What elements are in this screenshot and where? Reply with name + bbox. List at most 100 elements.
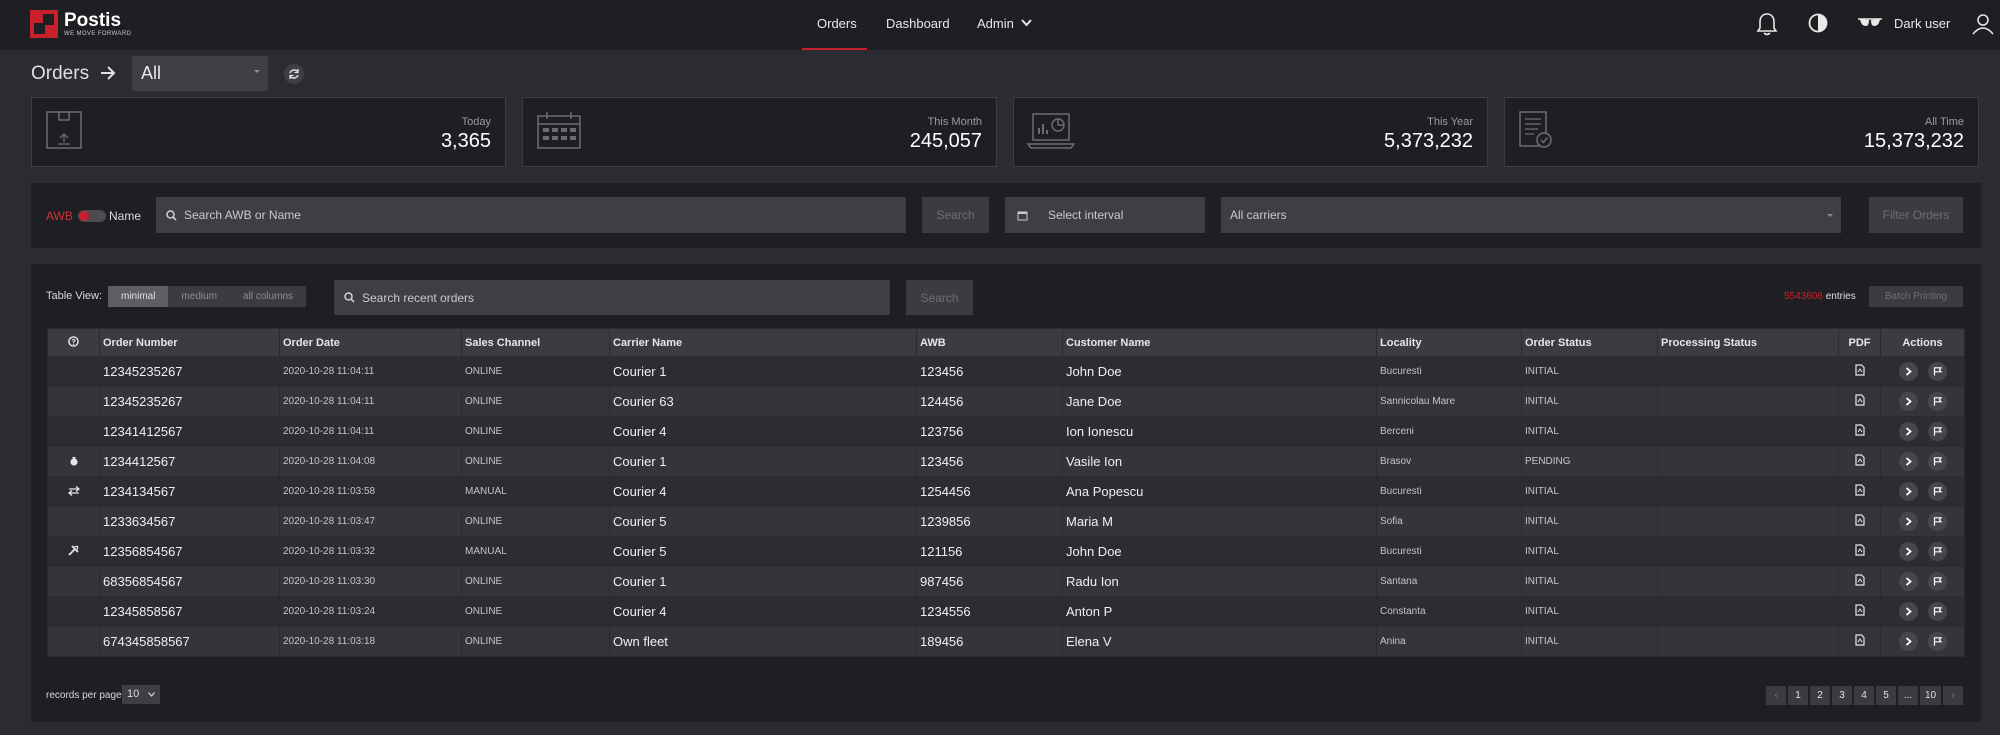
page-button[interactable]: 1 bbox=[1788, 686, 1808, 705]
records-per-page-select[interactable]: 10 bbox=[122, 685, 160, 704]
column-header[interactable]: Order Status bbox=[1521, 328, 1658, 357]
open-order-button[interactable] bbox=[1898, 362, 1918, 381]
page-button[interactable]: 5 bbox=[1876, 686, 1896, 705]
cell-awb: 123456 bbox=[916, 446, 1063, 477]
column-header[interactable]: Locality bbox=[1376, 328, 1522, 357]
pdf-file-icon[interactable] bbox=[1854, 454, 1865, 469]
nav-dashboard[interactable]: Dashboard bbox=[886, 16, 950, 31]
stat-value: 15,373,232 bbox=[1863, 130, 1964, 152]
table-row[interactable]: 12356854567 2020-10-28 11:03:32 MANUAL Cour… bbox=[47, 536, 1965, 567]
page-button[interactable]: 4 bbox=[1854, 686, 1874, 705]
nav-orders[interactable]: Orders bbox=[817, 16, 857, 31]
column-header[interactable]: AWB bbox=[916, 328, 1063, 357]
stat-card-this-month: This Month 245,057 bbox=[522, 97, 997, 167]
pdf-file-icon[interactable] bbox=[1854, 364, 1865, 379]
next-page-button[interactable]: › bbox=[1943, 686, 1964, 705]
pdf-file-icon[interactable] bbox=[1854, 484, 1865, 499]
column-header[interactable]: Customer Name bbox=[1062, 328, 1377, 357]
table-row[interactable]: 674345858567 2020-10-28 11:03:18 ONLINE Own… bbox=[47, 626, 1965, 657]
column-header[interactable]: Actions bbox=[1880, 328, 1965, 357]
flag-order-button[interactable] bbox=[1927, 392, 1947, 411]
table-row[interactable]: 68356854567 2020-10-28 11:03:30 ONLINE Cour… bbox=[47, 566, 1965, 597]
table-row[interactable]: 12345858567 2020-10-28 11:03:24 ONLINE Cour… bbox=[47, 596, 1965, 627]
user-icon[interactable] bbox=[1972, 13, 1994, 35]
flag-order-button[interactable] bbox=[1927, 482, 1947, 501]
column-header-info[interactable] bbox=[47, 328, 100, 357]
open-order-button[interactable] bbox=[1898, 512, 1918, 531]
bell-icon[interactable] bbox=[1756, 12, 1778, 36]
cell-channel: MANUAL bbox=[461, 536, 610, 567]
view-all-columns-button[interactable]: all columns bbox=[230, 286, 306, 307]
column-header[interactable]: PDF bbox=[1838, 328, 1881, 357]
prev-page-button[interactable]: ‹ bbox=[1766, 686, 1786, 705]
carriers-select[interactable]: All carriers bbox=[1221, 197, 1841, 233]
flag-order-button[interactable] bbox=[1927, 572, 1947, 591]
pdf-file-icon[interactable] bbox=[1854, 634, 1865, 649]
awb-name-toggle[interactable] bbox=[78, 210, 106, 222]
awb-search-field[interactable]: Search AWB or Name bbox=[156, 197, 906, 233]
pdf-file-icon[interactable] bbox=[1854, 514, 1865, 529]
open-order-button[interactable] bbox=[1898, 482, 1918, 501]
page-button[interactable]: 10 bbox=[1920, 686, 1942, 705]
user-name[interactable]: Dark user bbox=[1894, 16, 1950, 31]
pdf-file-icon[interactable] bbox=[1854, 544, 1865, 559]
page-button[interactable]: 2 bbox=[1810, 686, 1830, 705]
flag-order-button[interactable] bbox=[1927, 602, 1947, 621]
cell-carrier: Courier 4 bbox=[609, 416, 917, 447]
chevron-down-icon bbox=[148, 692, 155, 697]
table-row[interactable]: 1234412567 2020-10-28 11:04:08 ONLINE Couri… bbox=[47, 446, 1965, 477]
refresh-button[interactable] bbox=[284, 64, 304, 84]
column-header[interactable]: Carrier Name bbox=[609, 328, 917, 357]
column-header[interactable]: Order Date bbox=[279, 328, 462, 357]
cell-channel: ONLINE bbox=[461, 596, 610, 627]
page-button[interactable]: 3 bbox=[1832, 686, 1852, 705]
nav-admin[interactable]: Admin bbox=[977, 16, 1014, 31]
recent-orders-search-button[interactable]: Search bbox=[906, 280, 973, 315]
name-mode-label[interactable]: Name bbox=[109, 209, 141, 223]
interval-picker[interactable]: Select interval bbox=[1005, 197, 1205, 233]
open-order-button[interactable] bbox=[1898, 632, 1918, 651]
view-medium-button[interactable]: medium bbox=[168, 286, 230, 307]
cell-awb: 121156 bbox=[916, 536, 1063, 567]
open-order-button[interactable] bbox=[1898, 422, 1918, 441]
flag-order-button[interactable] bbox=[1927, 422, 1947, 441]
flag-order-button[interactable] bbox=[1927, 452, 1947, 471]
table-row[interactable]: 12345235267 2020-10-28 11:04:11 ONLINE Cour… bbox=[47, 356, 1965, 387]
flag-order-button[interactable] bbox=[1927, 362, 1947, 381]
column-header[interactable]: Processing Status bbox=[1657, 328, 1839, 357]
stat-label: This Year bbox=[1427, 116, 1473, 128]
pdf-file-icon[interactable] bbox=[1854, 424, 1865, 439]
column-header[interactable]: Order Number bbox=[99, 328, 280, 357]
flag-order-button[interactable] bbox=[1927, 632, 1947, 651]
pdf-file-icon[interactable] bbox=[1854, 604, 1865, 619]
cell-processing bbox=[1657, 476, 1839, 507]
table-row[interactable]: 1233634567 2020-10-28 11:03:47 ONLINE Couri… bbox=[47, 506, 1965, 537]
open-order-button[interactable] bbox=[1898, 542, 1918, 561]
contrast-toggle-icon[interactable] bbox=[1808, 13, 1828, 33]
table-row[interactable]: 12345235267 2020-10-28 11:04:11 ONLINE Cour… bbox=[47, 386, 1965, 417]
cell-actions bbox=[1880, 626, 1965, 657]
cell-actions bbox=[1880, 536, 1965, 567]
page-button[interactable]: ... bbox=[1898, 686, 1918, 705]
pdf-file-icon[interactable] bbox=[1854, 394, 1865, 409]
chevron-down-icon[interactable] bbox=[1021, 19, 1032, 27]
view-minimal-button[interactable]: minimal bbox=[108, 286, 169, 307]
batch-printing-button[interactable]: Batch Printing bbox=[1869, 286, 1963, 307]
recent-orders-search-field[interactable]: Search recent orders bbox=[334, 280, 890, 315]
filter-orders-button[interactable]: Filter Orders bbox=[1869, 197, 1963, 233]
awb-mode-label[interactable]: AWB bbox=[46, 209, 73, 223]
table-row[interactable]: 1234134567 2020-10-28 11:03:58 MANUAL Couri… bbox=[47, 476, 1965, 507]
awb-search-button[interactable]: Search bbox=[922, 197, 989, 233]
open-order-button[interactable] bbox=[1898, 602, 1918, 621]
flag-order-button[interactable] bbox=[1927, 512, 1947, 531]
pdf-file-icon[interactable] bbox=[1854, 574, 1865, 589]
scope-select[interactable]: All bbox=[132, 56, 268, 91]
open-order-button[interactable] bbox=[1898, 392, 1918, 411]
table-row[interactable]: 12341412567 2020-10-28 11:04:11 ONLINE Cour… bbox=[47, 416, 1965, 447]
page-title: Orders bbox=[31, 63, 90, 84]
open-order-button[interactable] bbox=[1898, 452, 1918, 471]
postis-logo[interactable]: Postis WE MOVE FORWARD bbox=[30, 9, 131, 39]
open-order-button[interactable] bbox=[1898, 572, 1918, 591]
column-header[interactable]: Sales Channel bbox=[461, 328, 610, 357]
flag-order-button[interactable] bbox=[1927, 542, 1947, 561]
